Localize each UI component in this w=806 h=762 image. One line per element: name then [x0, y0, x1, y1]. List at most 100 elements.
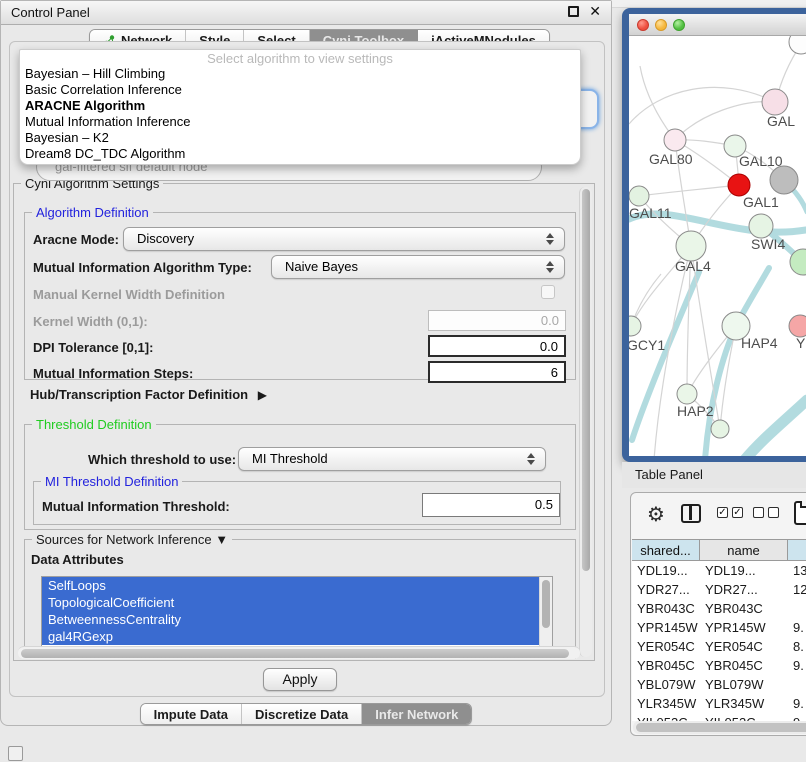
table-row[interactable]: YLR345WYLR345W9. [632, 694, 806, 713]
mac-minimize-button[interactable] [655, 19, 667, 31]
table-row[interactable]: YBR043CYBR043C [632, 599, 806, 618]
node-label: GAL80 [649, 151, 693, 167]
tab-discretize-data[interactable]: Discretize Data [242, 704, 362, 724]
columns-icon[interactable] [681, 504, 701, 523]
network-canvas[interactable]: GAL GAL80 GAL10 GAL1 GAL11 SWI4 GAL4 GCY… [629, 36, 806, 456]
algorithm-option[interactable]: Mutual Information Inference [20, 114, 580, 130]
node-label: GAL4 [675, 258, 711, 274]
node-gal4[interactable] [676, 231, 706, 261]
node-gal80[interactable] [664, 129, 686, 151]
node-gal1-selected[interactable] [728, 174, 750, 196]
algorithm-option[interactable]: Basic Correlation Inference [20, 82, 580, 98]
attribute-item[interactable]: SelfLoops [42, 577, 539, 594]
deselect-all-columns-button[interactable] [753, 507, 779, 518]
table-row[interactable]: YDR27...YDR27...12 [632, 580, 806, 599]
node-pink-edge[interactable] [789, 315, 806, 337]
mac-close-button[interactable] [637, 19, 649, 31]
mi-threshold-field[interactable]: 0.5 [422, 493, 560, 517]
node-label: HAP4 [741, 335, 778, 351]
node-label: GAL1 [743, 194, 779, 210]
dpi-tolerance-field[interactable]: 0.0 [428, 335, 566, 357]
dpi-tolerance-label: DPI Tolerance [0,1]: [33, 340, 153, 355]
attribute-item[interactable]: gal4RGexp [42, 628, 539, 645]
column-header-clipped[interactable] [788, 540, 806, 560]
which-threshold-label: Which threshold to use: [88, 452, 236, 467]
close-icon[interactable]: ✕ [589, 4, 601, 18]
data-attributes-list: SelfLoops TopologicalCoefficient Between… [41, 576, 553, 649]
control-panel-titlebar: Control Panel ✕ [1, 1, 611, 25]
checked-box-icon: ✓ [717, 507, 728, 518]
sources-group: Sources for Network Inference ▼ Data Att… [24, 539, 576, 659]
table-row[interactable]: YER054CYER054C8. [632, 637, 806, 656]
mi-steps-label: Mutual Information Steps: [33, 366, 193, 381]
algorithm-definition-title: Algorithm Definition [32, 205, 153, 220]
kernel-width-field[interactable]: 0.0 [428, 310, 566, 331]
aracne-mode-combo[interactable]: Discovery [123, 227, 565, 251]
algorithm-definition-group: Algorithm Definition Aracne Mode: Discov… [24, 212, 576, 380]
mac-zoom-button[interactable] [673, 19, 685, 31]
edge [629, 87, 775, 124]
node[interactable] [789, 36, 806, 54]
table-row[interactable]: YPR145WYPR145W9. [632, 618, 806, 637]
table-toolbar: ⚙ ✓ ✓ [631, 493, 806, 537]
aracne-mode-label: Aracne Mode: [33, 232, 119, 247]
hub-transcription-section-toggle[interactable]: Hub/Transcription Factor Definition ▶ [30, 387, 267, 402]
sources-group-title[interactable]: Sources for Network Inference ▼ [32, 532, 232, 547]
column-header-name[interactable]: name [700, 540, 788, 560]
minimized-panel-icon[interactable] [8, 746, 23, 761]
gear-icon[interactable]: ⚙ [647, 502, 665, 527]
algorithm-dropdown-popup: Select algorithm to view settings Bayesi… [19, 49, 581, 165]
settings-vertical-scrollbar[interactable] [579, 187, 592, 657]
table-rows[interactable]: YDL19...YDL19...13 YDR27...YDR27...12 YB… [632, 561, 806, 721]
table-row[interactable]: YBR045CYBR045C9. [632, 656, 806, 675]
algorithm-dropdown-placeholder: Select algorithm to view settings [20, 50, 580, 66]
edge [639, 185, 739, 196]
node-swi4[interactable] [749, 214, 773, 238]
column-header-shared-name[interactable]: shared... [632, 540, 700, 560]
node-label: Y [796, 335, 806, 351]
tab-infer-network[interactable]: Infer Network [362, 704, 471, 724]
table-header-row: shared... name [632, 539, 806, 561]
threshold-definition-group: Threshold Definition Which threshold to … [24, 424, 576, 530]
data-attributes-label: Data Attributes [31, 552, 124, 567]
control-panel-title: Control Panel [11, 5, 90, 20]
table-row[interactable]: YBL079WYBL079W [632, 675, 806, 694]
attribute-item[interactable]: TopologicalCoefficient [42, 594, 539, 611]
apply-button[interactable]: Apply [263, 668, 337, 691]
mi-steps-field[interactable]: 6 [428, 361, 566, 383]
float-window-icon[interactable] [568, 6, 579, 17]
algorithm-option[interactable]: Bayesian – Hill Climbing [20, 66, 580, 82]
table-horizontal-scrollbar[interactable] [633, 721, 806, 734]
node-bottom[interactable] [711, 420, 729, 438]
tab-impute-data[interactable]: Impute Data [141, 704, 242, 724]
node-hap2[interactable] [677, 384, 697, 404]
edge [675, 102, 775, 140]
table-row[interactable]: YDL19...YDL19...13 [632, 561, 806, 580]
node-label: GAL [767, 113, 795, 129]
attribute-item[interactable]: BetweennessCentrality [42, 611, 539, 628]
attributes-list-scrollbar[interactable] [539, 577, 552, 648]
export-table-icon[interactable] [794, 501, 806, 525]
which-threshold-combo[interactable]: MI Threshold [238, 447, 546, 471]
node-gray[interactable] [770, 166, 798, 194]
mi-threshold-definition-title: MI Threshold Definition [41, 474, 182, 489]
algorithm-option[interactable]: Bayesian – K2 [20, 130, 580, 146]
mi-threshold-label: Mutual Information Threshold: [42, 499, 230, 514]
table-row[interactable]: YIL052CYIL052C9. [632, 713, 806, 721]
node-gal[interactable] [762, 89, 788, 115]
select-all-columns-button[interactable]: ✓ ✓ [717, 507, 743, 518]
settings-horizontal-scrollbar[interactable] [18, 646, 580, 659]
network-graph: GAL GAL80 GAL10 GAL1 GAL11 SWI4 GAL4 GCY… [629, 36, 806, 456]
algorithm-option-selected[interactable]: ARACNE Algorithm [20, 98, 580, 114]
kernel-width-label: Kernel Width (0,1): [33, 314, 148, 329]
node-gcy1[interactable] [629, 316, 641, 336]
manual-kernel-checkbox[interactable] [541, 285, 555, 299]
mi-type-combo[interactable]: Naive Bayes [271, 255, 565, 279]
node-gal11[interactable] [629, 186, 649, 206]
node-label: HAP2 [677, 403, 714, 419]
table-panel-titlebar: Table Panel [622, 462, 806, 488]
node-label: GCY1 [629, 337, 665, 353]
algorithm-option[interactable]: Dream8 DC_TDC Algorithm [20, 146, 580, 162]
collapsed-arrow-icon: ▶ [258, 388, 267, 402]
table-panel: ⚙ ✓ ✓ shared... name YDL19...YDL19...13 … [630, 492, 806, 736]
